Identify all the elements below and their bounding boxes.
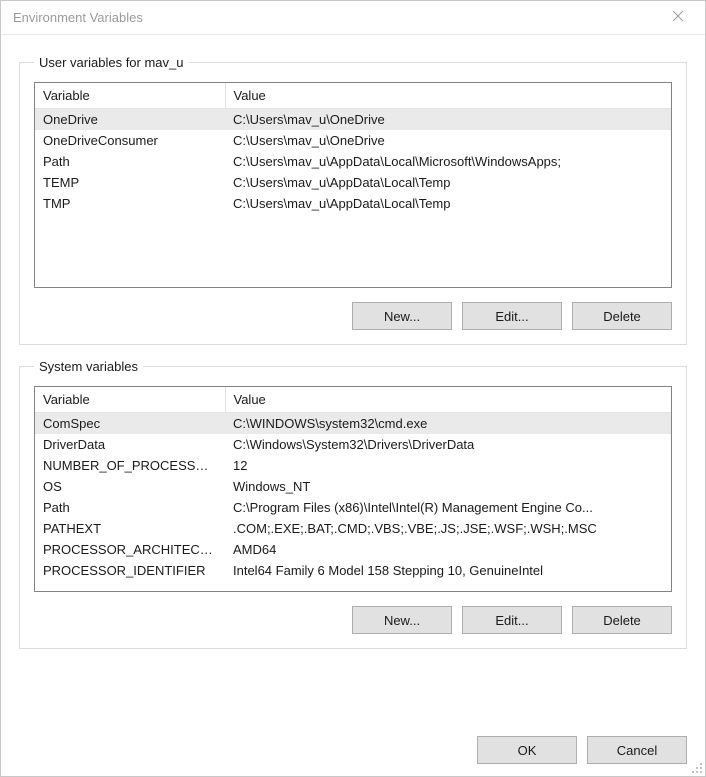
table-row[interactable]: OneDriveC:\Users\mav_u\OneDrive [35, 109, 671, 131]
cell-variable: NUMBER_OF_PROCESSORS [35, 455, 225, 476]
cell-variable: Path [35, 497, 225, 518]
system-variables-scroll[interactable]: Variable Value ComSpecC:\WINDOWS\system3… [35, 387, 671, 591]
user-group-legend: User variables for mav_u [34, 55, 189, 70]
user-new-button[interactable]: New... [352, 302, 452, 330]
column-header-variable[interactable]: Variable [35, 387, 225, 413]
cell-variable: TMP [35, 193, 225, 214]
environment-variables-window: Environment Variables User variables for… [0, 0, 706, 777]
cell-value: C:\Windows\System32\Drivers\DriverData [225, 434, 671, 455]
cell-value: 12 [225, 455, 671, 476]
table-row[interactable]: TEMPC:\Users\mav_u\AppData\Local\Temp [35, 172, 671, 193]
user-edit-button[interactable]: Edit... [462, 302, 562, 330]
window-title: Environment Variables [13, 10, 655, 25]
titlebar: Environment Variables [1, 1, 705, 35]
system-variables-group: System variables Variable Value ComSpecC… [19, 359, 687, 649]
cell-value: Intel64 Family 6 Model 158 Stepping 10, … [225, 560, 671, 581]
user-variables-table[interactable]: Variable Value OneDriveC:\Users\mav_u\On… [35, 83, 671, 214]
cell-value: C:\Users\mav_u\AppData\Local\Temp [225, 193, 671, 214]
table-row[interactable]: PATHEXT.COM;.EXE;.BAT;.CMD;.VBS;.VBE;.JS… [35, 518, 671, 539]
table-header-row: Variable Value [35, 387, 671, 413]
user-delete-button[interactable]: Delete [572, 302, 672, 330]
cell-value: C:\Users\mav_u\OneDrive [225, 109, 671, 131]
system-new-button[interactable]: New... [352, 606, 452, 634]
cell-variable: OneDrive [35, 109, 225, 131]
table-header-row: Variable Value [35, 83, 671, 109]
ok-button[interactable]: OK [477, 736, 577, 764]
table-row[interactable]: TMPC:\Users\mav_u\AppData\Local\Temp [35, 193, 671, 214]
column-header-variable[interactable]: Variable [35, 83, 225, 109]
resize-grip-icon[interactable] [689, 760, 703, 774]
cell-value: AMD64 [225, 539, 671, 560]
table-row[interactable]: PathC:\Users\mav_u\AppData\Local\Microso… [35, 151, 671, 172]
close-button[interactable] [655, 2, 701, 34]
cell-variable: PATHEXT [35, 518, 225, 539]
table-row[interactable]: PathC:\Program Files (x86)\Intel\Intel(R… [35, 497, 671, 518]
content: User variables for mav_u Variable Value … [1, 35, 705, 776]
system-group-legend: System variables [34, 359, 143, 374]
table-row[interactable]: PROCESSOR_IDENTIFIERIntel64 Family 6 Mod… [35, 560, 671, 581]
cell-variable: ComSpec [35, 413, 225, 435]
system-variables-table-wrap: Variable Value ComSpecC:\WINDOWS\system3… [34, 386, 672, 592]
system-delete-button[interactable]: Delete [572, 606, 672, 634]
cell-value: C:\Users\mav_u\AppData\Local\Temp [225, 172, 671, 193]
user-variables-group: User variables for mav_u Variable Value … [19, 55, 687, 345]
table-row[interactable]: OneDriveConsumerC:\Users\mav_u\OneDrive [35, 130, 671, 151]
column-header-value[interactable]: Value [225, 387, 671, 413]
cell-value: C:\Users\mav_u\AppData\Local\Microsoft\W… [225, 151, 671, 172]
table-row[interactable]: ComSpecC:\WINDOWS\system32\cmd.exe [35, 413, 671, 435]
table-row[interactable]: PROCESSOR_ARCHITECTU...AMD64 [35, 539, 671, 560]
cell-variable: DriverData [35, 434, 225, 455]
cell-variable: OS [35, 476, 225, 497]
close-icon [672, 10, 684, 25]
system-button-row: New... Edit... Delete [34, 606, 672, 634]
table-row[interactable]: NUMBER_OF_PROCESSORS12 [35, 455, 671, 476]
column-header-value[interactable]: Value [225, 83, 671, 109]
table-row[interactable]: OSWindows_NT [35, 476, 671, 497]
dialog-button-row: OK Cancel [19, 710, 687, 764]
cell-value: C:\Program Files (x86)\Intel\Intel(R) Ma… [225, 497, 671, 518]
system-variables-table[interactable]: Variable Value ComSpecC:\WINDOWS\system3… [35, 387, 671, 581]
cell-value: C:\Users\mav_u\OneDrive [225, 130, 671, 151]
cell-variable: PROCESSOR_ARCHITECTU... [35, 539, 225, 560]
table-row[interactable]: DriverDataC:\Windows\System32\Drivers\Dr… [35, 434, 671, 455]
cell-variable: TEMP [35, 172, 225, 193]
cell-variable: OneDriveConsumer [35, 130, 225, 151]
user-variables-scroll[interactable]: Variable Value OneDriveC:\Users\mav_u\On… [35, 83, 671, 287]
cell-variable: PROCESSOR_IDENTIFIER [35, 560, 225, 581]
user-variables-table-wrap: Variable Value OneDriveC:\Users\mav_u\On… [34, 82, 672, 288]
cell-variable: Path [35, 151, 225, 172]
user-button-row: New... Edit... Delete [34, 302, 672, 330]
cancel-button[interactable]: Cancel [587, 736, 687, 764]
cell-value: .COM;.EXE;.BAT;.CMD;.VBS;.VBE;.JS;.JSE;.… [225, 518, 671, 539]
system-edit-button[interactable]: Edit... [462, 606, 562, 634]
cell-value: Windows_NT [225, 476, 671, 497]
cell-value: C:\WINDOWS\system32\cmd.exe [225, 413, 671, 435]
